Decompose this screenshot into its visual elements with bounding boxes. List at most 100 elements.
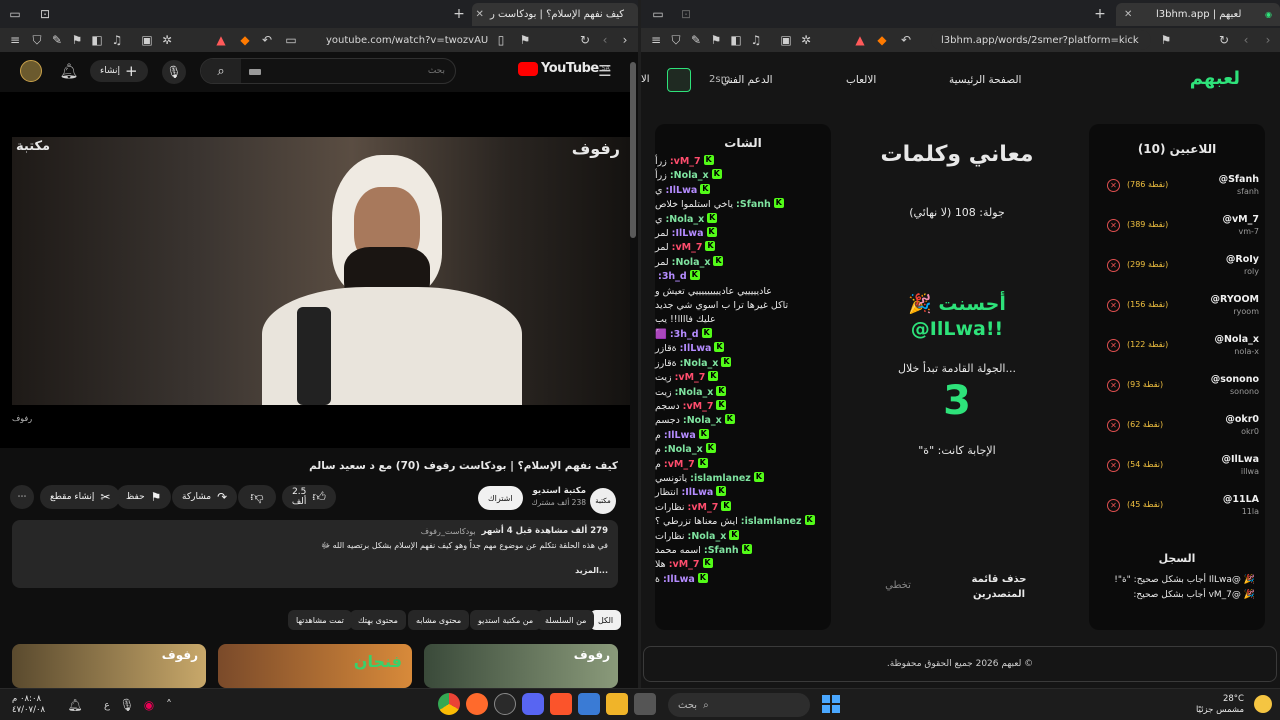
- bookmark-icon[interactable]: ⚑: [68, 31, 86, 49]
- bookmark-icon[interactable]: ⚑: [707, 31, 725, 49]
- shield-icon[interactable]: ⛉: [28, 31, 46, 49]
- mic-tray-icon[interactable]: 🎙︎: [118, 696, 136, 714]
- clock[interactable]: ٠٨:٠٨ م ٤٧/٠٧/٠٨: [12, 694, 45, 716]
- sidebar-icon[interactable]: ≡: [647, 31, 665, 49]
- tab-l3bhm[interactable]: ◉ لعبهم | l3bhm.app ✕: [1116, 3, 1280, 26]
- remove-player-icon[interactable]: ✕: [1107, 459, 1120, 472]
- like-button[interactable]: 👍︎ 2.5 ألف: [282, 485, 336, 509]
- tab-menu-icon[interactable]: ▭: [6, 5, 24, 23]
- clip-button[interactable]: ✂ إنشاء مقطع: [40, 485, 121, 509]
- notifications-icon[interactable]: 🔔︎: [59, 62, 78, 80]
- nav-home[interactable]: الصفحة الرئيسية: [949, 74, 1021, 86]
- video-player[interactable]: رفوف مكتبة رفوف: [0, 92, 630, 448]
- site-logo[interactable]: لعبهم: [1190, 68, 1240, 89]
- subscribe-button[interactable]: اشتراك: [478, 486, 523, 510]
- tray-expand-icon[interactable]: ˄: [160, 696, 178, 714]
- bookmark-star-icon[interactable]: ⚑: [516, 31, 534, 49]
- rewards-icon[interactable]: ▲: [851, 31, 869, 49]
- remove-player-icon[interactable]: ✕: [1107, 379, 1120, 392]
- thumbnail-2[interactable]: فنجان: [218, 644, 412, 688]
- brave-icon[interactable]: [550, 693, 572, 715]
- reload-icon[interactable]: ↻: [576, 31, 594, 49]
- new-tab-icon[interactable]: +: [450, 5, 468, 23]
- close-tab-icon[interactable]: ✕: [476, 9, 484, 20]
- panel-icon[interactable]: ◧: [88, 31, 106, 49]
- wallet-icon[interactable]: ▣: [138, 31, 156, 49]
- chip-watched[interactable]: تمت مشاهدتها: [288, 610, 352, 630]
- share-icon[interactable]: ↶: [258, 31, 276, 49]
- music-icon[interactable]: ♫: [747, 31, 765, 49]
- extensions-icon[interactable]: ✲: [797, 31, 815, 49]
- firefox-icon[interactable]: [466, 693, 488, 715]
- puzzle-icon[interactable]: ✎: [48, 31, 66, 49]
- search-input[interactable]: [265, 62, 445, 80]
- back-icon[interactable]: ‹: [1237, 31, 1255, 49]
- chip-channel[interactable]: من مكتبة استديو: [470, 610, 542, 630]
- weather-widget[interactable]: 28°C مشمس جزئيًا: [1196, 694, 1244, 716]
- dislike-button[interactable]: 👎︎: [238, 485, 276, 509]
- music-icon[interactable]: ♫: [108, 31, 126, 49]
- shield-icon[interactable]: ⛉: [667, 31, 685, 49]
- channel-avatar[interactable]: مكتبة: [590, 488, 616, 514]
- discord-icon[interactable]: [522, 693, 544, 715]
- skip-button[interactable]: تخطي: [873, 580, 923, 591]
- chip-series[interactable]: من السلسلة: [537, 610, 595, 630]
- channel-name[interactable]: مكتبة استديو: [531, 486, 586, 496]
- taskbar-search[interactable]: ⌕ بحث: [668, 693, 810, 717]
- rewards-icon[interactable]: ▲: [212, 31, 230, 49]
- url-field[interactable]: l3bhm.app/words/2smer?platform=kick: [931, 30, 1151, 50]
- remove-player-icon[interactable]: ✕: [1107, 339, 1120, 352]
- puzzle-icon[interactable]: ✎: [687, 31, 705, 49]
- remove-player-icon[interactable]: ✕: [1107, 219, 1120, 232]
- windows-start-icon[interactable]: [822, 695, 840, 713]
- hashtag[interactable]: بودكاست_رفوف: [421, 527, 476, 536]
- panel-icon[interactable]: ◧: [727, 31, 745, 49]
- brave-shield-icon[interactable]: ◆: [236, 31, 254, 49]
- forward-icon[interactable]: ›: [616, 31, 634, 49]
- language-indicator[interactable]: ع: [98, 696, 116, 714]
- remove-player-icon[interactable]: ✕: [1107, 179, 1120, 192]
- save-button[interactable]: ⚑ حفظ: [116, 485, 172, 509]
- close-tab-icon[interactable]: ✕: [1124, 9, 1132, 20]
- notifications-tray-icon[interactable]: 🔔︎: [66, 696, 84, 714]
- task-view-icon[interactable]: [634, 693, 656, 715]
- more-actions-button[interactable]: ⋯: [10, 485, 34, 509]
- share-button[interactable]: ↷ مشاركة: [172, 485, 238, 509]
- chrome-icon[interactable]: [438, 693, 460, 715]
- nav-games[interactable]: الالعاب: [846, 74, 876, 86]
- cast-icon[interactable]: ▭: [282, 31, 300, 49]
- description-box[interactable]: 279 ألف مشاهدة قبل 4 أشهر بودكاست_رفوف ف…: [12, 520, 618, 588]
- share-icon[interactable]: ↶: [897, 31, 915, 49]
- hamburger-menu-icon[interactable]: ☰: [596, 62, 614, 80]
- url-field[interactable]: youtube.com/watch?v=twozvAUO6Qg: [320, 30, 488, 50]
- thumbnail-1[interactable]: رفوف: [12, 644, 206, 688]
- store-icon[interactable]: [578, 693, 600, 715]
- tab-list-icon[interactable]: ⊡: [677, 5, 695, 23]
- search-button[interactable]: ⌕: [201, 59, 241, 83]
- tab-menu-icon[interactable]: ▭: [649, 5, 667, 23]
- chip-similar[interactable]: محتوى مشابه: [408, 610, 470, 630]
- create-button[interactable]: + إنشاء: [90, 60, 148, 82]
- remove-player-icon[interactable]: ✕: [1107, 259, 1120, 272]
- remove-player-icon[interactable]: ✕: [1107, 419, 1120, 432]
- tab-list-icon[interactable]: ⊡: [36, 5, 54, 23]
- chip-all[interactable]: الكل: [590, 610, 622, 630]
- mic-button[interactable]: 🎙︎: [162, 60, 186, 84]
- new-tab-icon[interactable]: +: [1091, 5, 1109, 23]
- thumbnail-3[interactable]: رفوف: [424, 644, 618, 688]
- reader-icon[interactable]: ▯: [492, 31, 510, 49]
- avatar[interactable]: [20, 60, 42, 82]
- file-explorer-icon[interactable]: [606, 693, 628, 715]
- brave-shield-icon[interactable]: ◆: [873, 31, 891, 49]
- forward-icon[interactable]: ›: [1259, 31, 1277, 49]
- wallet-icon[interactable]: ▣: [777, 31, 795, 49]
- back-icon[interactable]: ‹: [596, 31, 614, 49]
- keyboard-icon[interactable]: [249, 69, 261, 75]
- app-icon[interactable]: [494, 693, 516, 715]
- delete-leaderboard-button[interactable]: حذف قائمة المتصدرين: [959, 572, 1039, 602]
- reload-icon[interactable]: ↻: [1215, 31, 1233, 49]
- user-avatar[interactable]: [667, 68, 691, 92]
- chip-interest[interactable]: محتوى بهتك: [350, 610, 406, 630]
- bookmark-star-icon[interactable]: ⚑: [1157, 31, 1175, 49]
- app-tray-icon[interactable]: ◉: [140, 696, 158, 714]
